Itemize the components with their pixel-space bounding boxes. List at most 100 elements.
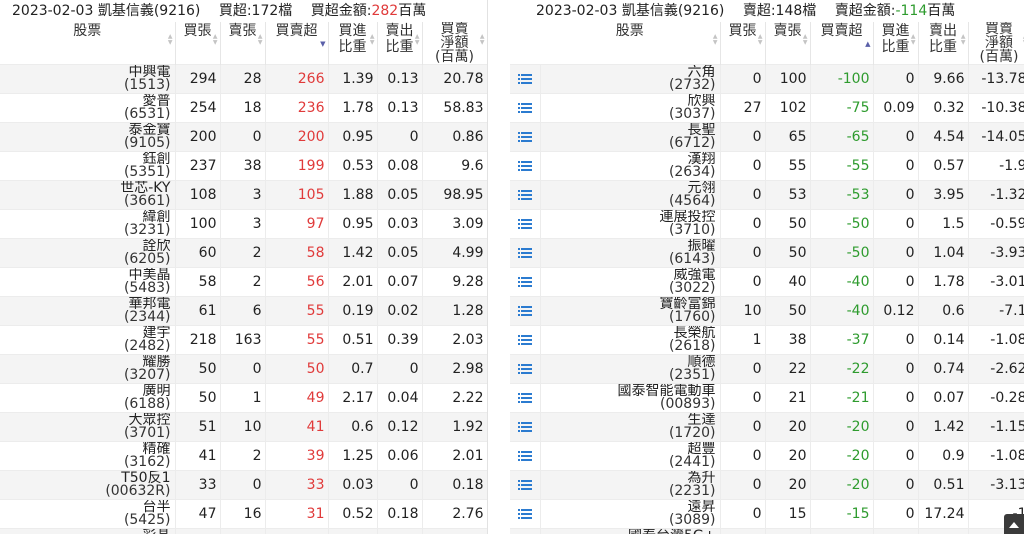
stock-name-cell[interactable]: 建宇 (2482) (0, 325, 176, 355)
row-icon-cell[interactable] (510, 528, 541, 534)
table-row[interactable]: 順德 (2351) 0 22 -22 0 0.74 -2.62 (510, 354, 1024, 384)
stock-name-cell[interactable]: 寶齡富錦 (1760) (540, 296, 721, 326)
list-icon[interactable] (517, 160, 532, 172)
table-row[interactable]: 精確 (3162) 41 2 39 1.25 0.06 2.01 (0, 441, 488, 471)
table-row[interactable]: 愛普 (6531) 254 18 236 1.78 0.13 58.83 (0, 93, 488, 123)
column-header-stock[interactable]: 股票 ▲ ▼ (0, 22, 176, 65)
row-icon-cell[interactable] (510, 267, 541, 297)
table-row[interactable]: 中美晶 (5483) 58 2 56 2.01 0.07 9.28 (0, 267, 488, 297)
column-header-sell-ratio[interactable]: 賣出比重 ▲ ▼ (377, 22, 423, 65)
stock-name-cell[interactable]: 愛普 (6531) (0, 93, 176, 123)
table-row[interactable]: 中興電 (1513) 294 28 266 1.39 0.13 20.78 (0, 64, 488, 94)
table-row[interactable]: 世芯-KY (3661) 108 3 105 1.88 0.05 98.95 (0, 180, 488, 210)
table-row[interactable]: 超豐 (2441) 0 20 -20 0 0.9 -1.08 (510, 441, 1024, 471)
stock-name-cell[interactable]: 國泰台灣5G+(00881) (540, 528, 721, 534)
stock-name-cell[interactable]: 中興電 (1513) (0, 64, 176, 94)
table-row[interactable]: 耀勝 (3207) 50 0 50 0.7 0 2.98 (0, 354, 488, 384)
table-row[interactable]: 長聖 (6712) 0 65 -65 0 4.54 -14.05 (510, 122, 1024, 152)
row-icon-cell[interactable] (510, 470, 541, 500)
column-header-stock[interactable]: 股票 ▲ ▼ (540, 22, 721, 65)
list-icon[interactable] (517, 450, 532, 462)
stock-name-cell[interactable]: 順德 (2351) (540, 354, 721, 384)
row-icon-cell[interactable] (510, 296, 541, 326)
list-icon[interactable] (517, 247, 532, 259)
row-icon-cell[interactable] (510, 238, 541, 268)
row-icon-cell[interactable] (510, 64, 541, 94)
list-icon[interactable] (517, 218, 532, 230)
list-icon[interactable] (517, 334, 532, 346)
column-header-sell[interactable]: 賣張 ▲ ▼ (765, 22, 811, 65)
stock-name[interactable]: 彩晶 (3, 529, 171, 534)
stock-name-cell[interactable]: 詮欣 (6205) (0, 238, 176, 268)
row-icon-cell[interactable] (510, 383, 541, 413)
stock-name-cell[interactable]: 台半 (5425) (0, 499, 176, 529)
stock-name-cell[interactable]: 華邦電 (2344) (0, 296, 176, 326)
row-icon-cell[interactable] (510, 441, 541, 471)
stock-name-cell[interactable]: T50反1 (00632R) (0, 470, 176, 500)
column-header-net[interactable]: 買賣超 ▼ (265, 22, 329, 65)
list-icon[interactable] (517, 73, 532, 85)
stock-name-cell[interactable]: 長榮航 (2618) (540, 325, 721, 355)
table-row[interactable]: 大眾控 (3701) 51 10 41 0.6 0.12 1.92 (0, 412, 488, 442)
list-icon[interactable] (517, 276, 532, 288)
table-row[interactable]: 連展投控 (3710) 0 50 -50 0 1.5 -0.59 (510, 209, 1024, 239)
table-row[interactable]: 漢翔 (2634) 0 55 -55 0 0.57 -1.9 (510, 151, 1024, 181)
stock-name-cell[interactable]: 元翎 (4564) (540, 180, 721, 210)
table-row[interactable]: 詮欣 (6205) 60 2 58 1.42 0.05 4.99 (0, 238, 488, 268)
list-icon[interactable] (517, 508, 532, 520)
row-icon-cell[interactable] (510, 412, 541, 442)
table-row[interactable]: 彩晶(6116)300300.1800.38 (0, 528, 488, 534)
table-row[interactable]: 建宇 (2482) 218 163 55 0.51 0.39 2.03 (0, 325, 488, 355)
stock-name-cell[interactable]: 為升 (2231) (540, 470, 721, 500)
row-icon-cell[interactable] (510, 325, 541, 355)
table-row[interactable]: 欣興 (3037) 27 102 -75 0.09 0.32 -10.38 (510, 93, 1024, 123)
list-icon[interactable] (517, 421, 532, 433)
row-icon-cell[interactable] (510, 180, 541, 210)
column-header-buy[interactable]: 買張 ▲ ▼ (720, 22, 766, 65)
stock-name-cell[interactable]: 世芯-KY (3661) (0, 180, 176, 210)
stock-name-cell[interactable]: 威強電 (3022) (540, 267, 721, 297)
row-icon-cell[interactable] (510, 93, 541, 123)
table-row[interactable]: 國泰智能電動車 (00893) 0 21 -21 0 0.07 -0.28 (510, 383, 1024, 413)
table-row[interactable]: T50反1 (00632R) 33 0 33 0.03 0 0.18 (0, 470, 488, 500)
row-icon-cell[interactable] (510, 122, 541, 152)
column-header-amount[interactable]: 買賣淨額(百萬) ▲▼ (422, 22, 488, 65)
table-row[interactable]: 緯創 (3231) 100 3 97 0.95 0.03 3.09 (0, 209, 488, 239)
stock-name-cell[interactable]: 欣興 (3037) (540, 93, 721, 123)
stock-name[interactable]: 國泰台灣5G+ (544, 529, 716, 534)
row-icon-cell[interactable] (510, 499, 541, 529)
stock-name-cell[interactable]: 廣明 (6188) (0, 383, 176, 413)
stock-name-cell[interactable]: 振曜 (6143) (540, 238, 721, 268)
column-header-buy[interactable]: 買張 ▲ ▼ (175, 22, 221, 65)
stock-name-cell[interactable]: 生達 (1720) (540, 412, 721, 442)
column-header-sell-ratio[interactable]: 賣出比重 ▲ ▼ (918, 22, 969, 65)
stock-name-cell[interactable]: 超豐 (2441) (540, 441, 721, 471)
chat-widget-icon[interactable] (1004, 514, 1024, 534)
stock-name-cell[interactable]: 鈺創 (5351) (0, 151, 176, 181)
table-row[interactable]: 廣明 (6188) 50 1 49 2.17 0.04 2.22 (0, 383, 488, 413)
table-row[interactable]: 威強電 (3022) 0 40 -40 0 1.78 -3.01 (510, 267, 1024, 297)
stock-name-cell[interactable]: 彩晶(6116) (0, 528, 176, 534)
table-row[interactable]: 泰金寶 (9105) 200 0 200 0.95 0 0.86 (0, 122, 488, 152)
table-row[interactable]: 元翎 (4564) 0 53 -53 0 3.95 -1.32 (510, 180, 1024, 210)
row-icon-cell[interactable] (510, 151, 541, 181)
stock-name-cell[interactable]: 六角 (2732) (540, 64, 721, 94)
table-row[interactable]: 國泰台灣5G+(00881)015-1500.16-0.25 (510, 528, 1024, 534)
table-row[interactable]: 台半 (5425) 47 16 31 0.52 0.18 2.76 (0, 499, 488, 529)
table-row[interactable]: 長榮航 (2618) 1 38 -37 0 0.14 -1.08 (510, 325, 1024, 355)
list-icon[interactable] (517, 189, 532, 201)
list-icon[interactable] (517, 392, 532, 404)
stock-name-cell[interactable]: 國泰智能電動車 (00893) (540, 383, 721, 413)
stock-name-cell[interactable]: 連展投控 (3710) (540, 209, 721, 239)
table-row[interactable]: 寶齡富錦 (1760) 10 50 -40 0.12 0.6 -7.1 (510, 296, 1024, 326)
row-icon-cell[interactable] (510, 354, 541, 384)
table-row[interactable]: 遠昇(3089)015-15017.24-1 (510, 499, 1024, 529)
stock-name-cell[interactable]: 遠昇 (3089) (540, 499, 721, 529)
list-icon[interactable] (517, 131, 532, 143)
column-header-net[interactable]: 買賣超 ▲ (810, 22, 874, 65)
table-row[interactable]: 六角 (2732) 0 100 -100 0 9.66 -13.78 (510, 64, 1024, 94)
stock-name-cell[interactable]: 漢翔 (2634) (540, 151, 721, 181)
stock-name-cell[interactable]: 精確 (3162) (0, 441, 176, 471)
column-header-buy-ratio[interactable]: 買進比重 ▲ ▼ (328, 22, 378, 65)
stock-name-cell[interactable]: 泰金寶 (9105) (0, 122, 176, 152)
